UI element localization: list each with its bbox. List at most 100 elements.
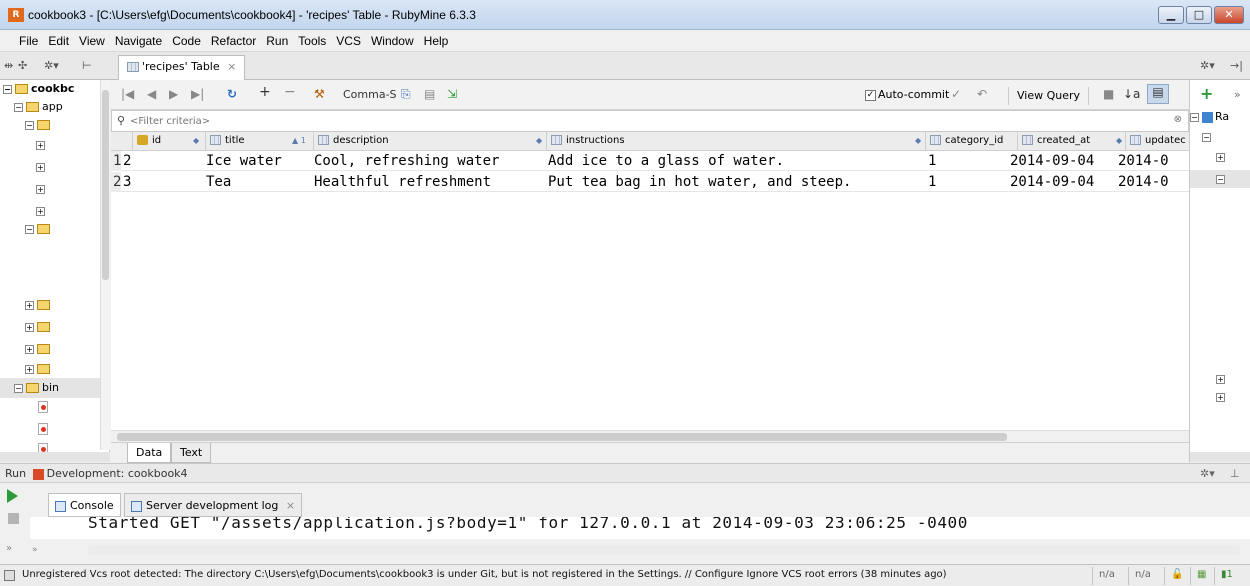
status-message[interactable]: Unregistered Vcs root detected: The dire…: [22, 569, 947, 580]
collapse-icon[interactable]: −: [1190, 112, 1199, 122]
menu-code[interactable]: Code: [167, 30, 206, 52]
hide-panel-icon[interactable]: ⊢: [82, 59, 92, 72]
tab-text[interactable]: Text: [171, 443, 212, 463]
tree-folder[interactable]: +: [25, 298, 53, 311]
tree-folder[interactable]: +: [25, 320, 53, 333]
sort-icon[interactable]: ◆: [1116, 132, 1122, 150]
inspection-icon[interactable]: ▦: [1190, 567, 1212, 585]
expand-icon[interactable]: +: [25, 300, 34, 310]
collapse-all-icon[interactable]: ⇹: [4, 59, 13, 72]
tree-folder[interactable]: +: [25, 362, 53, 375]
sort-icon[interactable]: ◆: [536, 132, 542, 150]
cell-category-id[interactable]: 1: [926, 151, 1018, 171]
tree-folder[interactable]: −: [25, 222, 53, 235]
console-output[interactable]: Started GET "/assets/application.js?body…: [30, 517, 1250, 539]
expand-icon[interactable]: +: [36, 206, 45, 216]
hide-run-panel-icon[interactable]: ⊥: [1230, 467, 1240, 480]
column-header-id[interactable]: id ◆: [133, 132, 206, 151]
cell-title[interactable]: Ice water: [204, 151, 314, 171]
collapse-icon[interactable]: −: [1202, 132, 1211, 142]
tab-server-log[interactable]: Server development log ×: [124, 493, 303, 517]
transpose-icon[interactable]: ▤: [1147, 84, 1169, 104]
close-window-button[interactable]: ✕: [1214, 6, 1244, 24]
save-icon[interactable]: ▤: [424, 87, 435, 101]
more-icon[interactable]: »: [32, 545, 38, 555]
minimize-button[interactable]: ▁: [1158, 6, 1184, 24]
cell-id[interactable]: 3: [121, 172, 206, 192]
menu-help[interactable]: Help: [419, 30, 454, 52]
wrench-icon[interactable]: ⚒: [314, 87, 325, 101]
cell-created-at[interactable]: 2014-09-04: [1008, 172, 1116, 192]
collapse-icon[interactable]: −: [14, 102, 23, 112]
lock-icon[interactable]: 🔓: [1164, 567, 1189, 585]
menu-run[interactable]: Run: [261, 30, 293, 52]
filter-input[interactable]: [130, 114, 1130, 129]
project-tree-scrollbar[interactable]: [100, 80, 110, 450]
tab-data[interactable]: Data: [127, 443, 172, 463]
collapse-icon[interactable]: −: [14, 383, 23, 393]
table-row[interactable]: 2 3 Tea Healthful refreshment Put tea ba…: [111, 172, 1189, 192]
settings-gear-icon[interactable]: ✲▾: [44, 59, 59, 72]
run-settings-gear-icon[interactable]: ✲▾: [1200, 467, 1215, 480]
maximize-button[interactable]: □: [1186, 6, 1212, 24]
column-header-instructions[interactable]: instructions ◆: [547, 132, 926, 151]
menu-file[interactable]: File: [14, 30, 43, 52]
collapse-icon[interactable]: −: [25, 224, 34, 234]
cell-category-id[interactable]: 1: [926, 172, 1018, 192]
expand-icon[interactable]: +: [1216, 374, 1225, 384]
prev-page-icon[interactable]: ◀: [147, 87, 156, 101]
tab-close-icon[interactable]: ×: [286, 499, 295, 512]
grid-horizontal-scrollbar[interactable]: [111, 430, 1189, 442]
menu-navigate[interactable]: Navigate: [110, 30, 167, 52]
expand-icon[interactable]: +: [36, 184, 45, 194]
menu-view[interactable]: View: [74, 30, 110, 52]
tree-item-app[interactable]: − app: [14, 100, 63, 113]
expand-icon[interactable]: +: [36, 140, 45, 150]
rollback-icon[interactable]: ↶: [977, 87, 987, 101]
cell-instructions[interactable]: Add ice to a glass of water.: [546, 151, 926, 171]
tab-recipes-table[interactable]: 'recipes' Table ×: [118, 55, 246, 80]
view-query-button[interactable]: View Query: [1008, 87, 1090, 105]
more-chevron-icon[interactable]: »: [1234, 88, 1241, 101]
column-header-description[interactable]: description ◆: [314, 132, 547, 151]
tree-root[interactable]: − cookbc: [3, 82, 74, 95]
cell-updated-at[interactable]: 2014-0: [1116, 172, 1189, 192]
project-tree-hscrollbar[interactable]: [0, 452, 110, 462]
last-page-icon[interactable]: ▶|: [191, 87, 204, 101]
table-row[interactable]: 1 2 Ice water Cool, refreshing water Add…: [111, 151, 1189, 171]
more-actions-icon[interactable]: »: [6, 543, 12, 554]
menu-refactor[interactable]: Refactor: [206, 30, 261, 52]
expand-icon[interactable]: +: [1216, 392, 1225, 402]
stop-icon[interactable]: [8, 513, 19, 524]
sort-icon[interactable]: ↓a: [1123, 87, 1140, 101]
export-icon[interactable]: ⇲: [447, 87, 457, 101]
menu-window[interactable]: Window: [366, 30, 419, 52]
add-datasource-icon[interactable]: +: [1200, 84, 1213, 103]
cell-id[interactable]: 2: [121, 151, 206, 171]
first-page-icon[interactable]: |◀: [121, 87, 134, 101]
next-page-icon[interactable]: ▶: [169, 87, 178, 101]
selected-tree-row[interactable]: −: [1190, 170, 1250, 188]
cell-description[interactable]: Healthful refreshment: [312, 172, 547, 192]
copy-icon[interactable]: ⎘: [401, 87, 411, 102]
expand-icon[interactable]: +: [36, 162, 45, 172]
rerun-play-icon[interactable]: [7, 489, 18, 503]
separator-select[interactable]: Comma-S: [343, 88, 397, 101]
schema-node[interactable]: −: [1202, 130, 1214, 143]
tree-node[interactable]: +: [1216, 150, 1228, 163]
sort-icon[interactable]: ▲ 1: [292, 132, 306, 150]
scrollbar-thumb[interactable]: [102, 90, 109, 280]
refresh-icon[interactable]: ↻: [227, 87, 237, 101]
add-row-icon[interactable]: +: [259, 84, 271, 100]
commit-icon[interactable]: ✓: [951, 87, 961, 101]
tree-item-bin[interactable]: − bin: [0, 378, 109, 398]
sort-icon[interactable]: ◆: [193, 132, 199, 150]
console-hscrollbar[interactable]: [88, 545, 1240, 555]
tree-node[interactable]: +: [1216, 390, 1228, 403]
tab-close-icon[interactable]: ×: [227, 60, 236, 73]
tree-file[interactable]: [38, 422, 48, 435]
column-header-title[interactable]: title ▲ 1: [206, 132, 314, 151]
expand-icon[interactable]: +: [25, 364, 34, 374]
tab-console[interactable]: Console: [48, 493, 121, 517]
menu-tools[interactable]: Tools: [293, 30, 331, 52]
